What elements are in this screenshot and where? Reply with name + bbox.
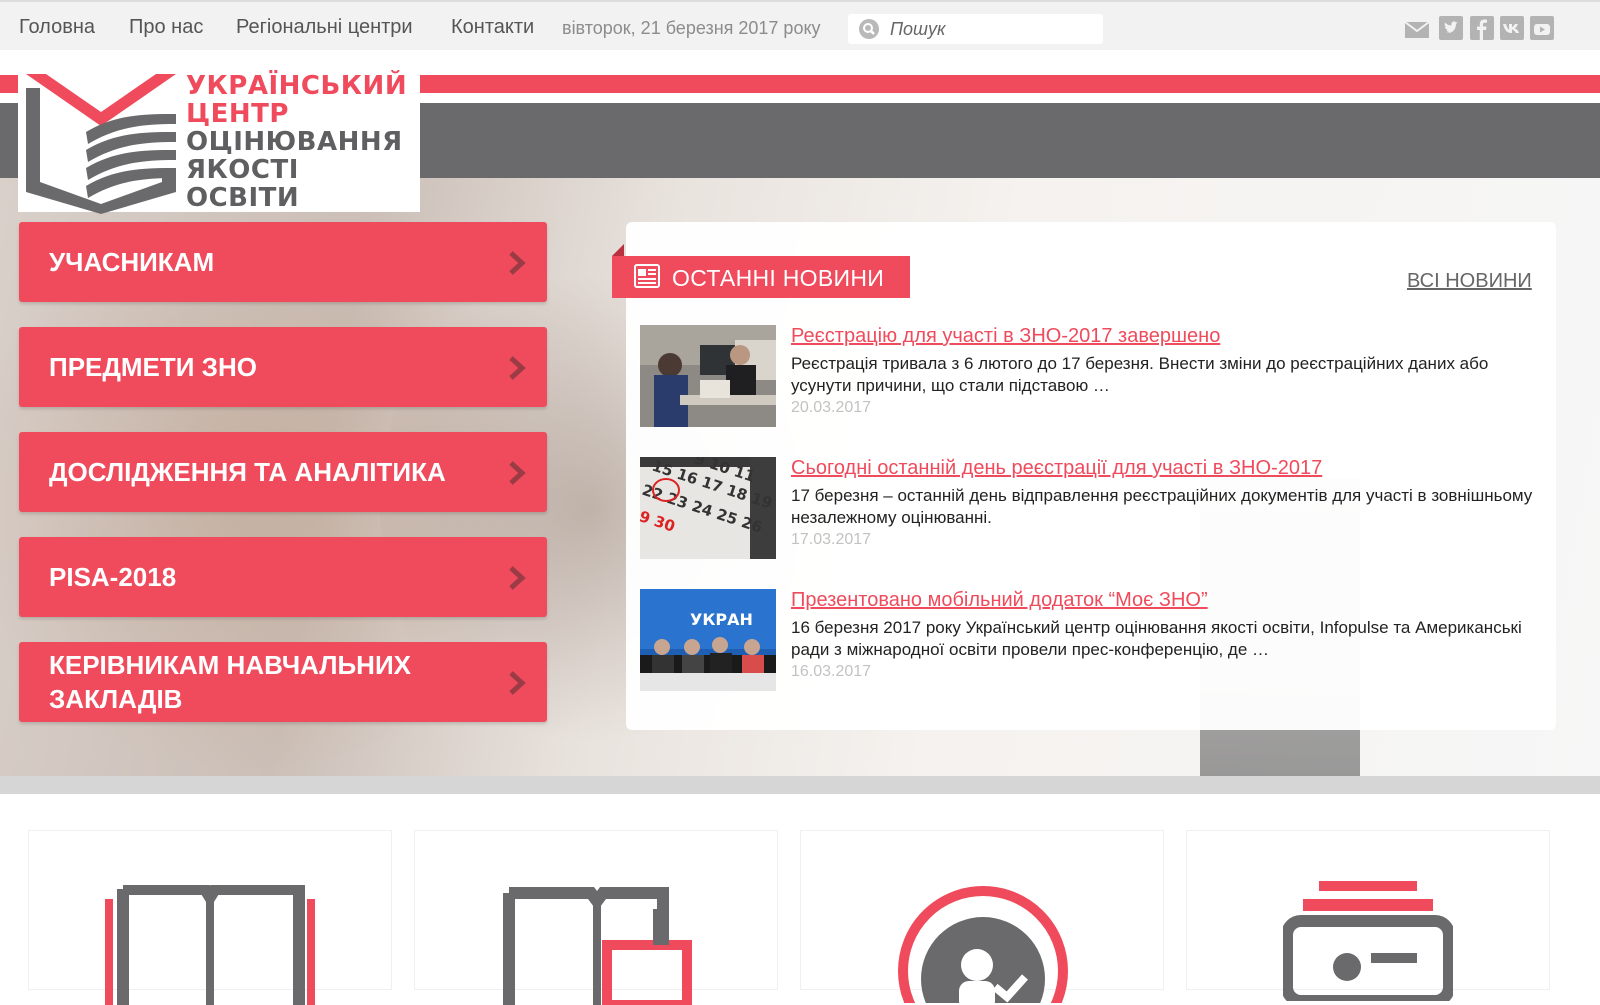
news-date: 20.03.2017 <box>791 399 872 416</box>
menu-button-research[interactable]: ДОСЛІДЖЕННЯ ТА АНАЛІТИКА <box>19 432 547 512</box>
news-title[interactable]: Реєстрацію для участі в ЗНО-2017 заверше… <box>791 325 1220 348</box>
news-thumbnail[interactable] <box>640 325 776 427</box>
chevron-right-icon <box>509 566 526 590</box>
news-item: 15 16 17 18 19 22 23 24 25 26 9 10 11 29… <box>640 457 1540 559</box>
twitter-icon[interactable] <box>1439 16 1463 40</box>
menu-button-label: ПРЕДМЕТИ ЗНО <box>49 352 257 382</box>
facebook-icon[interactable] <box>1470 16 1494 40</box>
latest-news-title: ОСТАННІ НОВИНИ <box>672 265 885 291</box>
news-date: 16.03.2017 <box>791 663 872 680</box>
feature-card[interactable] <box>1186 830 1550 1001</box>
logo-text: УКРАЇНСЬКИЙ ЦЕНТР ОЦІНЮВАННЯ ЯКОСТІ ОСВІ… <box>186 72 420 212</box>
news-title[interactable]: Сьогодні останній день реєстрації для уч… <box>791 457 1322 480</box>
nav-home[interactable]: Головна <box>19 16 95 39</box>
search-icon[interactable] <box>858 18 880 45</box>
feature-card[interactable] <box>414 830 778 1005</box>
news-title[interactable]: Презентовано мобільний додаток “Моє ЗНО” <box>791 589 1208 612</box>
menu-button-label: PISA-2018 <box>49 562 177 592</box>
menu-button-label: КЕРІВНИКАМ НАВЧАЛЬНИХ ЗАКЛАДІВ <box>49 650 411 714</box>
search-box[interactable] <box>848 14 1103 44</box>
logo-line-3: ОЦІНЮВАННЯ <box>186 127 403 157</box>
thumb-logo-text: УКРАН <box>690 610 753 629</box>
header-stripe-gray-left <box>0 103 18 178</box>
header-stripe-red-left <box>0 75 18 93</box>
logo-book-icon <box>26 74 176 214</box>
feature-card[interactable] <box>800 830 1164 1003</box>
news-excerpt: 17 березня – останній день відправлення … <box>791 486 1533 527</box>
chevron-right-icon <box>509 251 526 275</box>
nav-about[interactable]: Про нас <box>129 16 203 39</box>
nav-contacts[interactable]: Контакти <box>451 16 534 39</box>
latest-news-tab: ОСТАННІ НОВИНИ <box>612 256 910 298</box>
chevron-right-icon <box>509 356 526 380</box>
all-news-link[interactable]: ВСІ НОВИНИ <box>1407 270 1532 293</box>
hero-bottom-divider <box>0 776 1600 794</box>
news-tab-fold <box>612 244 624 256</box>
feature-cards <box>0 794 1600 1005</box>
search-input[interactable] <box>890 18 1090 40</box>
top-bar: Головна Про нас Регіональні центри Конта… <box>0 0 1600 50</box>
menu-button-subjects[interactable]: ПРЕДМЕТИ ЗНО <box>19 327 547 407</box>
menu-button-label: УЧАСНИКАМ <box>49 247 215 277</box>
chevron-right-icon <box>509 671 526 695</box>
menu-button-label: ДОСЛІДЖЕННЯ ТА АНАЛІТИКА <box>49 457 446 487</box>
current-date: вівторок, 21 березня 2017 року <box>562 18 821 38</box>
chevron-right-icon <box>509 461 526 485</box>
header-stripe-gray <box>420 103 1600 178</box>
book-icon <box>105 885 315 1005</box>
mail-icon[interactable] <box>1404 16 1430 40</box>
vk-icon[interactable] <box>1500 16 1524 40</box>
menu-button-school-heads[interactable]: КЕРІВНИКАМ НАВЧАЛЬНИХ ЗАКЛАДІВ <box>19 642 547 722</box>
feature-card[interactable] <box>28 830 392 1005</box>
logo-line-4: ЯКОСТІ ОСВІТИ <box>186 155 300 213</box>
newspaper-icon <box>634 264 660 288</box>
person-check-icon <box>898 886 1068 1003</box>
book-document-icon <box>503 887 692 1005</box>
menu-button-pisa[interactable]: PISA-2018 <box>19 537 547 617</box>
news-date: 17.03.2017 <box>791 531 872 548</box>
certificate-icon <box>1283 881 1453 1001</box>
site-logo[interactable]: УКРАЇНСЬКИЙ ЦЕНТР ОЦІНЮВАННЯ ЯКОСТІ ОСВІ… <box>18 62 420 214</box>
logo-line-1: УКРАЇНСЬКИЙ <box>186 71 408 101</box>
nav-regional-centers[interactable]: Регіональні центри <box>236 16 413 39</box>
news-excerpt: 16 березня 2017 року Український центр о… <box>791 618 1522 659</box>
menu-button-participants[interactable]: УЧАСНИКАМ <box>19 222 547 302</box>
news-thumbnail[interactable]: УКРАН <box>640 589 776 691</box>
news-excerpt: Реєстрація тривала з 6 лютого до 17 бере… <box>791 354 1489 395</box>
youtube-icon[interactable] <box>1530 16 1554 40</box>
header-stripe-red <box>420 75 1600 93</box>
news-item: УКРАН Презентовано мобільний додаток “Мо… <box>640 589 1540 691</box>
news-thumbnail[interactable]: 15 16 17 18 19 22 23 24 25 26 9 10 11 29… <box>640 457 776 559</box>
news-item: Реєстрацію для участі в ЗНО-2017 заверше… <box>640 325 1540 427</box>
logo-line-2: ЦЕНТР <box>186 99 289 129</box>
